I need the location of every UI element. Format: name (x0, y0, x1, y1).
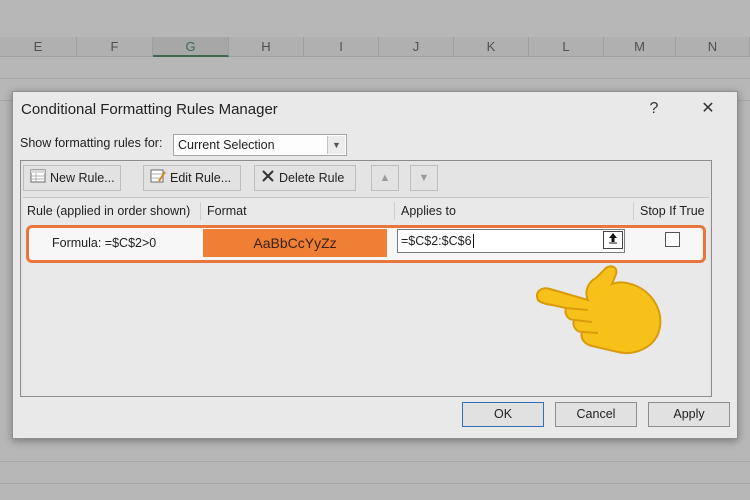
format-column-header: Format (207, 204, 247, 218)
format-preview: AaBbCcYyZz (203, 229, 387, 257)
pointing-hand-icon (530, 262, 670, 365)
apply-button[interactable]: Apply (648, 402, 730, 427)
applies-to-value: =$C$2:$C$6 (401, 234, 472, 248)
new-rule-button[interactable]: New Rule... (23, 165, 121, 191)
move-up-button[interactable]: ▲ (371, 165, 399, 191)
stop-if-true-checkbox[interactable] (665, 232, 680, 247)
show-rules-value: Current Selection (178, 138, 275, 152)
text-cursor: ​ (472, 234, 474, 248)
close-button[interactable]: ✕ (693, 96, 723, 122)
chevron-down-icon[interactable]: ▼ (327, 136, 345, 154)
cancel-button[interactable]: Cancel (555, 402, 637, 427)
show-rules-label: Show formatting rules for: (20, 136, 163, 150)
ok-button[interactable]: OK (462, 402, 544, 427)
collapse-dialog-icon[interactable] (603, 231, 623, 249)
rules-toolbar: New Rule... Edit Rule... Delete Rule ▲ ▼ (21, 161, 711, 195)
stop-if-true-column-header: Stop If True (640, 204, 705, 218)
delete-rule-button[interactable]: Delete Rule (254, 165, 356, 191)
dialog-title: Conditional Formatting Rules Manager (21, 101, 278, 118)
applies-to-input[interactable]: =$C$2:$C$6​ (397, 229, 625, 253)
move-down-button[interactable]: ▼ (410, 165, 438, 191)
move-down-icon: ▼ (418, 172, 430, 184)
edit-rule-label: Edit Rule... (170, 171, 232, 185)
rule-formula: Formula: =$C$2>0 (52, 236, 157, 250)
rule-row[interactable]: Formula: =$C$2>0 AaBbCcYyZz =$C$2:$C$6​ (26, 225, 706, 263)
header-divider (394, 202, 395, 220)
rule-column-header: Rule (applied in order shown) (27, 204, 191, 218)
show-rules-select[interactable]: Current Selection ▼ (173, 134, 347, 156)
header-divider (633, 202, 634, 220)
applies-to-column-header: Applies to (401, 204, 456, 218)
edit-rule-icon (150, 167, 166, 191)
new-rule-icon (30, 167, 46, 191)
delete-rule-icon (261, 167, 275, 191)
new-rule-label: New Rule... (50, 171, 115, 185)
header-divider (200, 202, 201, 220)
edit-rule-button[interactable]: Edit Rule... (143, 165, 241, 191)
delete-rule-label: Delete Rule (279, 171, 345, 185)
move-up-icon: ▲ (379, 172, 391, 184)
help-button[interactable]: ? (639, 96, 669, 122)
